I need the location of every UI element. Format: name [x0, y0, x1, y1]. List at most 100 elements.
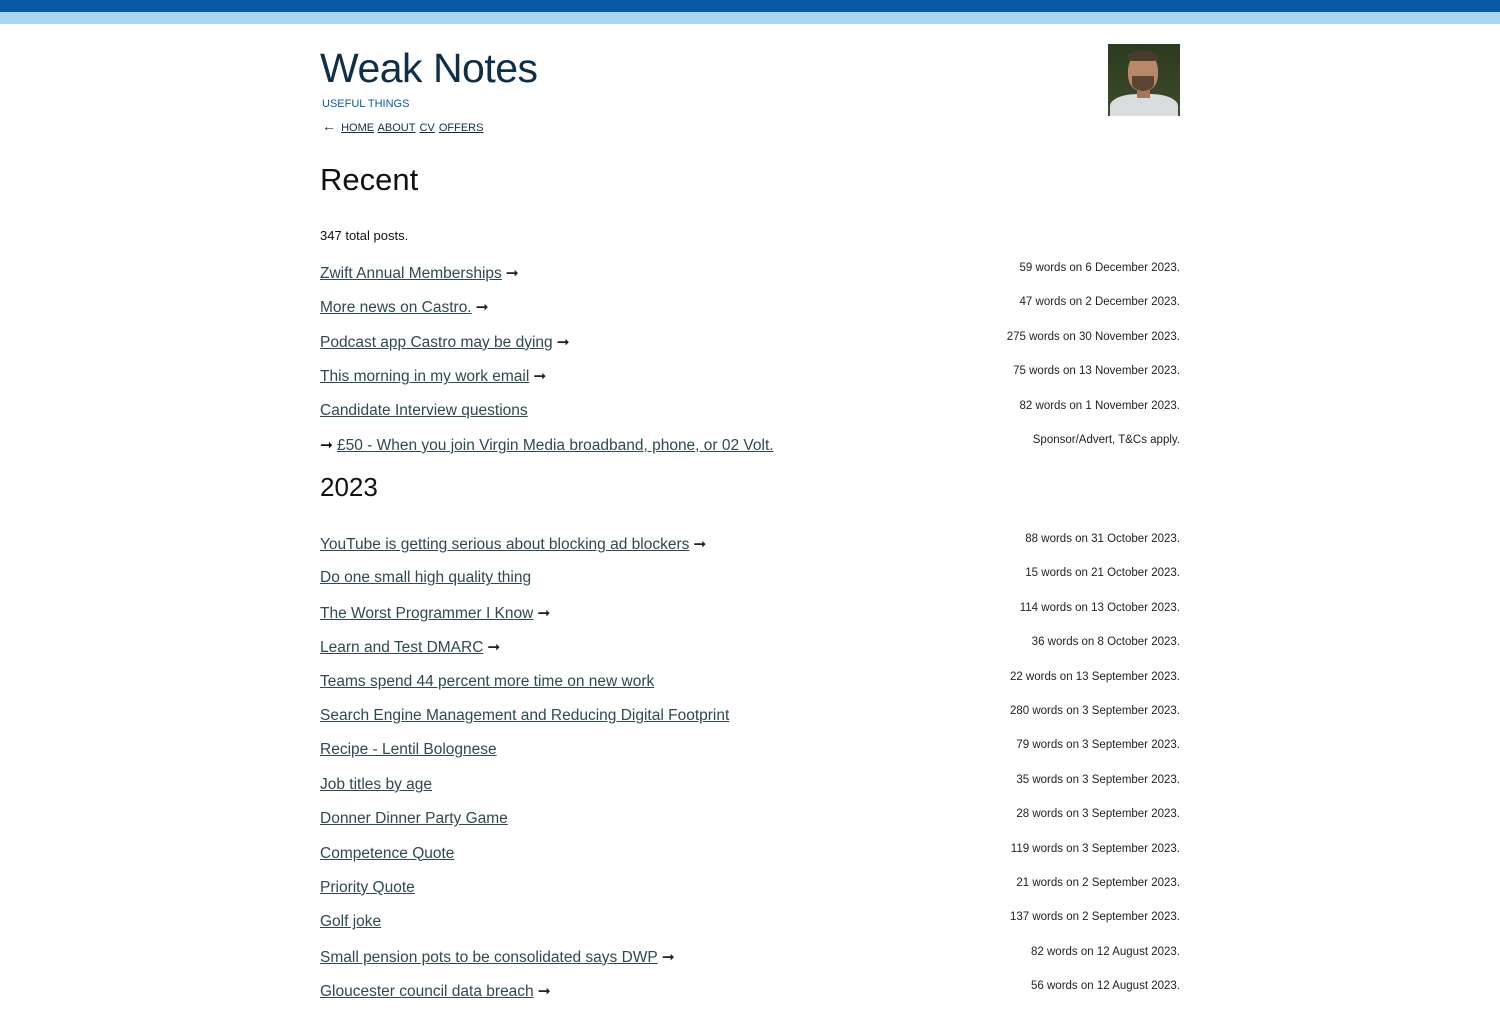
post-meta: 28 words on 3 September 2023.: [1016, 808, 1180, 821]
list-item: Recipe - Lentil Bolognese 79 words on 3 S…: [320, 739, 1180, 775]
post-link[interactable]: Do one small high quality thing: [320, 569, 531, 586]
post-link[interactable]: Golf joke: [320, 913, 381, 930]
post-link[interactable]: Learn and Test DMARC: [320, 639, 483, 656]
post-meta: 47 words on 2 December 2023.: [1019, 296, 1180, 309]
back-arrow-icon: ←: [322, 118, 336, 134]
post-link[interactable]: Competence Quote: [320, 845, 454, 862]
post-meta: 119 words on 3 September 2023.: [1010, 842, 1180, 855]
list-item: Search Engine Management and Reducing Di…: [320, 704, 1180, 741]
post-title: This morning in my work email ➞: [320, 367, 546, 386]
site-title[interactable]: Weak Notes: [320, 44, 538, 92]
post-title: The Worst Programmer I Know ➞: [320, 604, 550, 623]
nav-about-link[interactable]: About: [378, 122, 416, 134]
external-arrow-icon: ➞: [505, 265, 519, 282]
post-title: YouTube is getting serious about blockin…: [320, 535, 706, 554]
list-item: Priority Quote 21 words on 2 September 20…: [320, 876, 1180, 913]
list-item: Golf joke 137 words on 2 September 2023.: [320, 911, 1180, 947]
external-arrow-icon: ➞: [537, 983, 551, 1001]
post-title: Donner Dinner Party Game: [320, 810, 508, 828]
post-title: Job titles by age: [320, 776, 432, 794]
post-link[interactable]: Podcast app Castro may be dying: [320, 334, 553, 351]
nav-offers-link[interactable]: Offers: [439, 122, 484, 134]
post-meta: 82 words on 1 November 2023.: [1019, 399, 1180, 412]
post-meta: Sponsor/Advert, T&Cs apply.: [1032, 433, 1180, 446]
post-title: Candidate Interview questions: [320, 402, 528, 420]
post-title: More news on Castro. ➞: [320, 298, 489, 317]
post-title: Small pension pots to be consolidated sa…: [320, 948, 675, 967]
post-meta: 35 words on 3 September 2023.: [1016, 773, 1180, 786]
external-arrow-icon: ➞: [475, 299, 489, 317]
external-arrow-icon: ➞: [693, 536, 707, 553]
advert-item: ➞ £50 - When you join Virgin Media broadb…: [320, 433, 1180, 470]
post-link[interactable]: Small pension pots to be consolidated sa…: [320, 949, 658, 966]
post-title: Learn and Test DMARC ➞: [320, 638, 500, 657]
post-link[interactable]: Search Engine Management and Reducing Di…: [320, 707, 729, 724]
post-link[interactable]: Donner Dinner Party Game: [320, 810, 508, 827]
post-link[interactable]: More news on Castro.: [320, 299, 472, 316]
post-link[interactable]: Gloucester council data breach: [320, 983, 534, 1000]
post-title: ➞ £50 - When you join Virgin Media broadb…: [320, 436, 774, 455]
post-link[interactable]: Teams spend 44 percent more time on new …: [320, 673, 654, 690]
list-item: Small pension pots to be consolidated sa…: [320, 945, 1180, 982]
header-bar-dark: [0, 0, 1500, 12]
post-link[interactable]: Priority Quote: [320, 879, 415, 896]
nav-home-link[interactable]: Home: [341, 122, 374, 134]
post-meta: 280 words on 3 September 2023.: [1009, 704, 1180, 717]
external-arrow-icon: ➞: [661, 948, 675, 966]
post-title: Golf joke: [320, 913, 381, 931]
total-posts-label: total posts.: [345, 228, 409, 243]
post-title: Zwift Annual Memberships ➞: [320, 264, 519, 283]
list-item: Competence Quote 119 words on 3 September…: [320, 842, 1180, 879]
header-bar-light: [0, 12, 1500, 24]
author-avatar: [1108, 44, 1180, 116]
post-title: Podcast app Castro may be dying ➞: [320, 333, 570, 352]
post-meta: 36 words on 8 October 2023.: [1031, 636, 1180, 649]
post-link[interactable]: Candidate Interview questions: [320, 402, 528, 419]
post-title: Priority Quote: [320, 879, 415, 897]
list-item: Do one small high quality thing 15 words …: [320, 567, 1180, 603]
year-2023-heading: 2023: [320, 472, 378, 502]
post-link[interactable]: YouTube is getting serious about blockin…: [320, 536, 689, 553]
post-title: Recipe - Lentil Bolognese: [320, 741, 497, 759]
list-item: Candidate Interview questions 82 words on…: [320, 399, 1180, 436]
list-item: Podcast app Castro may be dying ➞ 275 word…: [320, 330, 1180, 367]
post-link[interactable]: Recipe - Lentil Bolognese: [320, 741, 497, 758]
post-meta: 59 words on 6 December 2023.: [1019, 262, 1180, 274]
post-meta: 56 words on 12 August 2023.: [1031, 980, 1180, 993]
recent-heading: Recent: [320, 162, 419, 197]
post-link[interactable]: This morning in my work email: [320, 368, 529, 385]
post-title: Teams spend 44 percent more time on new …: [320, 673, 654, 691]
list-item: Job titles by age 35 words on 3 September…: [320, 773, 1180, 810]
site-nav: ← Home About CV Offers: [322, 118, 484, 134]
post-meta: 15 words on 21 October 2023.: [1025, 567, 1180, 580]
post-meta: 22 words on 13 September 2023.: [1009, 670, 1180, 683]
recent-post-list: Zwift Annual Memberships ➞ 59 words on 6 D…: [320, 262, 1180, 470]
list-item: YouTube is getting serious about blockin…: [320, 533, 1180, 569]
year-2023-post-list: YouTube is getting serious about blockin…: [320, 533, 1180, 1016]
post-link[interactable]: Job titles by age: [320, 776, 432, 793]
list-item: Teams spend 44 percent more time on new …: [320, 670, 1180, 707]
post-link[interactable]: Zwift Annual Memberships: [320, 265, 502, 282]
post-meta: 137 words on 2 September 2023.: [1009, 911, 1180, 924]
post-meta: 21 words on 2 September 2023.: [1016, 876, 1180, 889]
nav-cv-link[interactable]: CV: [419, 122, 434, 134]
post-meta: 88 words on 31 October 2023.: [1025, 533, 1180, 545]
external-arrow-icon: ➞: [537, 604, 551, 622]
total-posts: 347 total posts.: [320, 228, 408, 243]
post-link[interactable]: £50 - When you join Virgin Media broadba…: [337, 437, 774, 454]
list-item: Donner Dinner Party Game 28 words on 3 Se…: [320, 808, 1180, 844]
post-meta: 114 words on 13 October 2023.: [1019, 601, 1180, 614]
post-title: Search Engine Management and Reducing Di…: [320, 707, 729, 725]
post-meta: 75 words on 13 November 2023.: [1013, 365, 1180, 378]
list-item: More news on Castro. ➞ 47 words on 2 Decem…: [320, 296, 1180, 332]
post-meta: 79 words on 3 September 2023.: [1016, 739, 1180, 752]
list-item: Learn and Test DMARC ➞ 36 words on 8 Octob…: [320, 636, 1180, 672]
post-link[interactable]: The Worst Programmer I Know: [320, 605, 533, 622]
post-title: Gloucester council data breach ➞: [320, 982, 551, 1001]
post-meta: 82 words on 12 August 2023.: [1031, 945, 1180, 958]
list-item: The Worst Programmer I Know ➞ 114 words on…: [320, 601, 1180, 638]
external-arrow-icon: ➞: [320, 436, 333, 454]
list-item: This morning in my work email ➞ 75 words o…: [320, 365, 1180, 401]
site-tagline: Useful Things: [322, 98, 410, 110]
post-meta: 275 words on 30 November 2023.: [1006, 330, 1180, 343]
